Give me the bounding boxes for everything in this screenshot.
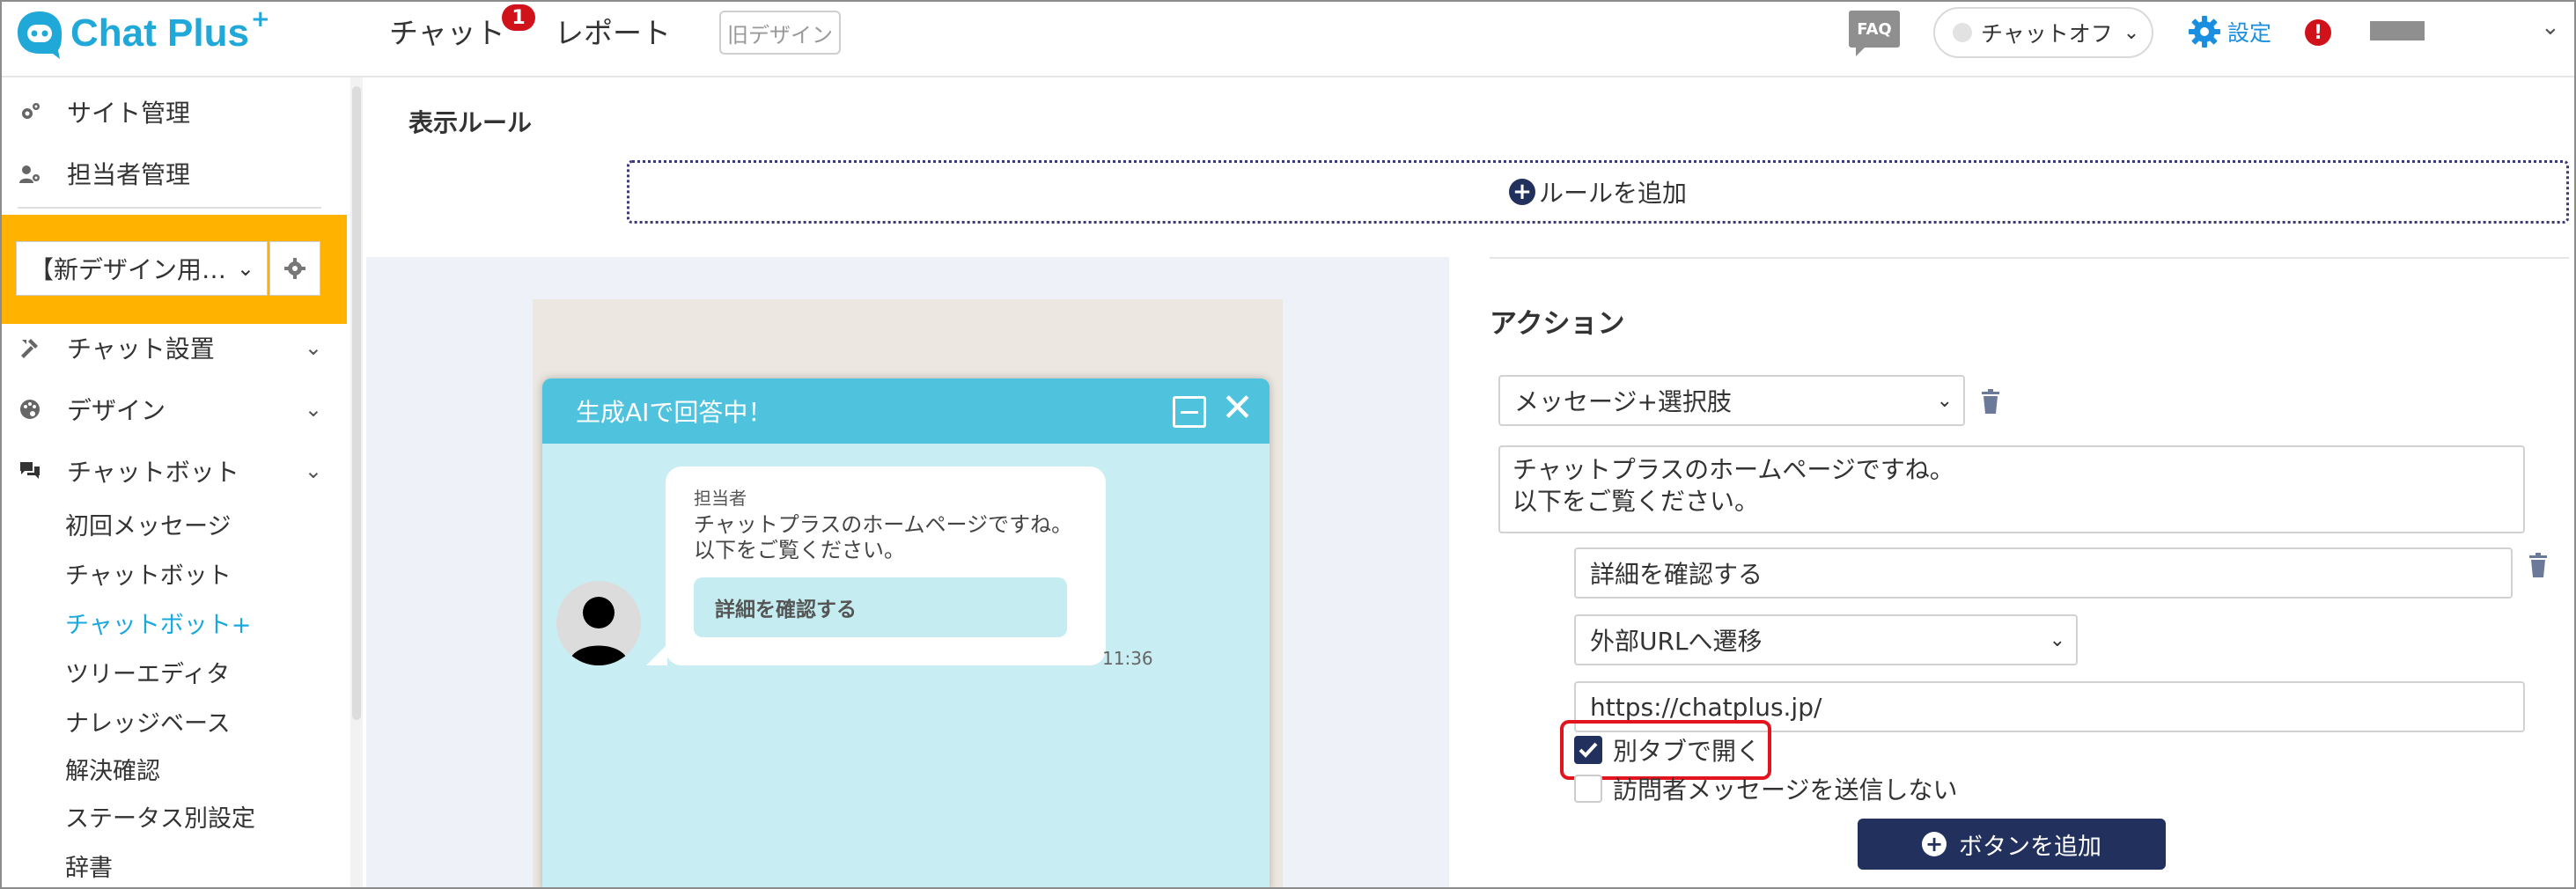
no-visitor-message-label: 訪問者メッセージを送信しない <box>1613 775 1958 805</box>
chat-message-bubble: 担当者 チャットプラスのホームページですね。 以下をご覧ください。 詳細を確認す… <box>646 467 1106 665</box>
choice-button-text-input[interactable]: 詳細を確認する <box>1574 547 2513 599</box>
person-icon <box>569 597 629 665</box>
message-sender: 担当者 <box>694 488 747 509</box>
sidebar-subitem-tree-editor[interactable]: ツリーエディタ <box>65 655 230 689</box>
app-frame: Chat Plus + チャット 1 レポート 旧デザイン FAQ チャットオフ… <box>0 0 2576 889</box>
alert-icon[interactable]: ! <box>2305 19 2331 46</box>
nav-chat[interactable]: チャット <box>389 2 505 60</box>
sidebar-item-label: 担当者管理 <box>67 160 191 189</box>
top-header: Chat Plus + チャット 1 レポート 旧デザイン FAQ チャットオフ… <box>2 2 2574 77</box>
status-dot-icon <box>1953 23 1972 42</box>
sidebar-scrollbar[interactable] <box>350 77 363 887</box>
chat-widget-header: 生成AIで回答中！ <box>542 378 1270 444</box>
nav-report[interactable]: レポート <box>555 2 671 60</box>
chevron-down-icon: ⌄ <box>2123 21 2140 44</box>
avatar <box>556 581 641 665</box>
action-type-select[interactable]: メッセージ+選択肢 ⌄ <box>1498 375 1965 426</box>
chat-status-dropdown[interactable]: チャットオフ ⌄ <box>1933 7 2153 58</box>
action-message-textarea[interactable]: チャットプラスのホームページですね。 以下をご覧ください。 <box>1498 445 2525 533</box>
site-settings-gear-icon[interactable] <box>269 241 320 296</box>
add-button-label: ボタンを追加 <box>1959 833 2101 861</box>
sidebar-subitem-status-settings[interactable]: ステータス別設定 <box>65 799 255 834</box>
scrollbar-thumb[interactable] <box>352 86 361 720</box>
chevron-down-icon: ⌄ <box>304 397 322 422</box>
close-icon[interactable]: ✕ <box>1221 389 1254 428</box>
sidebar-item-label: チャット設置 <box>67 334 215 364</box>
chevron-down-icon: ⌄ <box>304 459 322 483</box>
site-select-value: 【新デザイン用… <box>29 255 227 284</box>
chevron-down-icon: ⌄ <box>304 335 322 360</box>
sidebar-subitem-knowledge-base[interactable]: ナレッジベース <box>65 704 231 738</box>
checkmark-icon <box>1579 742 1598 758</box>
minimize-icon[interactable] <box>1173 396 1206 428</box>
chat-bubbles-icon <box>18 459 42 483</box>
sidebar-item-chatbot[interactable]: チャットボット ⌄ <box>2 449 336 493</box>
chat-notification-badge: 1 <box>502 4 535 31</box>
message-text: チャットプラスのホームページですね。 以下をご覧ください。 <box>694 512 1073 563</box>
site-selector-panel: 【新デザイン用… ⌄ <box>2 215 347 324</box>
message-timestamp: 11:36 <box>1102 648 1153 669</box>
transition-type-value: 外部URLへ遷移 <box>1590 627 1763 656</box>
logo-text: Chat Plus <box>70 11 249 55</box>
user-menu-chevron-icon[interactable]: ⌄ <box>2541 14 2560 40</box>
chatplus-logo-icon <box>18 11 62 59</box>
sidebar-item-staff-manage[interactable]: 担当者管理 <box>2 151 336 195</box>
trash-icon[interactable] <box>1981 389 2000 414</box>
transition-type-select[interactable]: 外部URLへ遷移 ⌄ <box>1574 614 2078 665</box>
sidebar-item-label: サイト管理 <box>67 99 191 128</box>
add-button-button[interactable]: + ボタンを追加 <box>1858 819 2166 870</box>
gear-icon <box>2189 16 2220 48</box>
sidebar-item-label: チャットボット <box>67 458 239 487</box>
tools-icon <box>18 335 42 360</box>
chevron-down-icon: ⌄ <box>1936 389 1953 412</box>
action-type-value: メッセージ+選択肢 <box>1514 387 1732 416</box>
sidebar-subitem-chatbot[interactable]: チャットボット <box>65 556 232 591</box>
gears-icon <box>18 99 42 124</box>
palette-icon <box>18 397 42 422</box>
chevron-down-icon: ⌄ <box>236 256 254 281</box>
action-divider <box>1490 257 2569 259</box>
user-name-redacted[interactable] <box>2370 21 2425 40</box>
chat-widget-preview: 生成AIで回答中！ ✕ 担当者 チャットプラスのホームページですね。 以下をご覧… <box>542 378 1270 887</box>
action-title: アクション <box>1490 308 1625 340</box>
logo-plus: + <box>250 6 270 33</box>
sidebar-subitem-chatbot-plus[interactable]: チャットボット+ <box>65 606 251 640</box>
site-select-dropdown[interactable]: 【新デザイン用… ⌄ <box>16 241 268 296</box>
chevron-down-icon: ⌄ <box>2049 628 2065 651</box>
users-gear-icon <box>18 161 42 186</box>
chat-widget-title: 生成AIで回答中！ <box>576 398 773 427</box>
chat-status-label: チャットオフ <box>1981 21 2113 47</box>
sidebar-item-label: デザイン <box>67 396 166 425</box>
add-rule-label: ルールを追加 <box>1538 179 1687 208</box>
sidebar-subitem-dictionary[interactable]: 辞書 <box>65 849 113 883</box>
open-new-tab-label: 別タブで開く <box>1613 737 1762 766</box>
logo[interactable]: Chat Plus + <box>14 6 270 60</box>
sidebar-item-site-manage[interactable]: サイト管理 <box>2 90 336 134</box>
sidebar-subitem-first-message[interactable]: 初回メッセージ <box>65 507 231 541</box>
faq-icon[interactable]: FAQ <box>1849 11 1900 56</box>
open-new-tab-checkbox[interactable] <box>1574 736 1602 764</box>
no-visitor-message-checkbox[interactable] <box>1574 775 1602 803</box>
display-rules-title: 表示ルール <box>408 108 533 137</box>
trash-icon[interactable] <box>2528 553 2548 577</box>
settings-link[interactable]: 設定 <box>2187 12 2271 51</box>
sidebar-subitem-resolution-check[interactable]: 解決確認 <box>65 752 160 786</box>
add-rule-button[interactable]: + ルールを追加 <box>627 160 2569 224</box>
sidebar-item-chat-setup[interactable]: チャット設置 ⌄ <box>2 326 336 370</box>
plus-circle-icon: + <box>1922 832 1947 856</box>
faq-label: FAQ <box>1857 19 1892 39</box>
sidebar: サイト管理 担当者管理 【新デザイン用… ⌄ チャット設置 ⌄ デザイン ⌄ チ… <box>2 77 347 887</box>
message-choice-button[interactable]: 詳細を確認する <box>694 577 1067 637</box>
old-design-button[interactable]: 旧デザイン <box>719 11 841 55</box>
sidebar-item-design[interactable]: デザイン ⌄ <box>2 387 336 431</box>
settings-label: 設定 <box>2227 20 2272 46</box>
plus-circle-icon: + <box>1508 179 1535 205</box>
sidebar-divider <box>18 207 321 209</box>
